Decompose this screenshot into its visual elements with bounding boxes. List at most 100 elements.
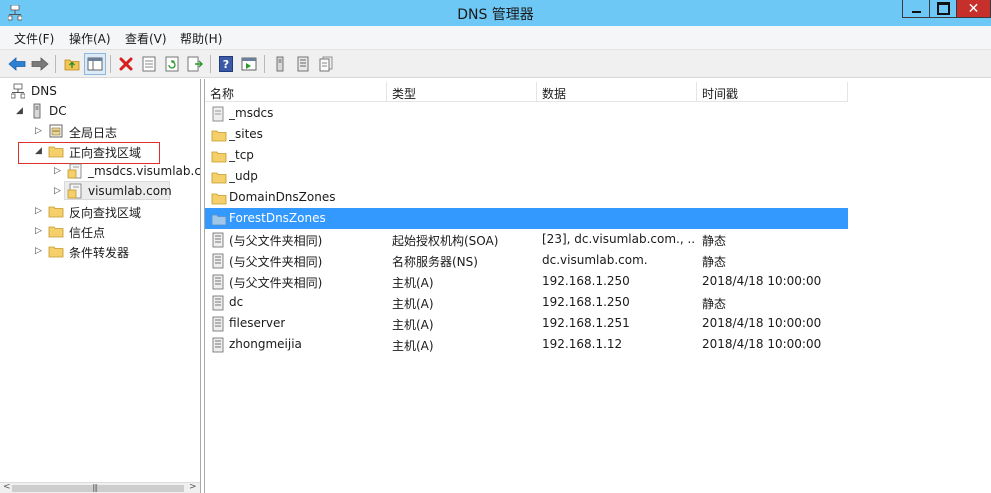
list-row[interactable]: _sites — [205, 124, 848, 145]
scroll-right-icon[interactable]: > — [189, 482, 197, 492]
tree-node-msdcs-zone[interactable]: ▷ _msdcs.visumlab.cc — [0, 162, 200, 182]
column-header-timestamp[interactable]: 时间戳 — [697, 82, 848, 102]
expand-arrow-icon[interactable]: ▷ — [35, 245, 45, 257]
cell-name: dc — [229, 295, 244, 309]
cell-name: _sites — [229, 127, 263, 141]
cell-type: 起始授权机构(SOA) — [392, 234, 499, 248]
column-header-data[interactable]: 数据 — [537, 82, 697, 102]
list-row-selected[interactable]: ForestDnsZones — [205, 208, 848, 229]
forward-button[interactable] — [29, 53, 51, 75]
list-row[interactable]: DomainDnsZones — [205, 187, 848, 208]
column-header-type[interactable]: 类型 — [387, 82, 537, 102]
cell-timestamp: 静态 — [702, 234, 727, 248]
folder-icon — [48, 146, 64, 158]
cell-name: zhongmeijia — [229, 337, 302, 351]
tree-node-dns[interactable]: DNS — [0, 82, 200, 102]
toolbar-separator — [264, 55, 265, 73]
delete-button[interactable] — [115, 53, 137, 75]
scroll-grip-icon: ||| — [92, 483, 98, 492]
cell-timestamp: 静态 — [702, 297, 727, 311]
tree-node-global-logs[interactable]: ▷ 全局日志 — [0, 122, 200, 142]
list-row[interactable]: _tcp — [205, 145, 848, 166]
cell-name: fileserver — [229, 316, 286, 330]
collapse-arrow-icon[interactable]: ◢ — [35, 145, 45, 157]
expand-arrow-icon[interactable]: ▷ — [35, 225, 45, 237]
cell-data: 192.168.1.250 — [542, 295, 630, 309]
cell-type: 主机(A) — [392, 318, 434, 332]
show-action-pane-button[interactable] — [238, 53, 260, 75]
close-icon: ✕ — [967, 0, 980, 17]
tree-node-forward-lookup-zones[interactable]: ◢ 正向查找区域 — [0, 142, 200, 162]
show-hide-console-tree-button[interactable] — [84, 53, 106, 75]
menu-help[interactable]: 帮助(H) — [180, 30, 222, 47]
records-icon — [319, 56, 333, 72]
list-row[interactable]: _udp — [205, 166, 848, 187]
cell-timestamp: 2018/4/18 10:00:00 — [702, 337, 822, 351]
refresh-icon — [165, 56, 179, 72]
properties-button[interactable] — [138, 53, 160, 75]
expand-arrow-icon[interactable]: ▷ — [54, 165, 64, 177]
dns-root-icon — [11, 83, 25, 99]
record-icon — [212, 316, 224, 332]
expand-arrow-icon[interactable]: ▷ — [54, 185, 64, 197]
list-row[interactable]: _msdcs — [205, 103, 848, 124]
export-list-button[interactable] — [184, 53, 206, 75]
back-button[interactable] — [6, 53, 28, 75]
expand-arrow-icon[interactable]: ▷ — [35, 205, 45, 217]
close-button[interactable]: ✕ — [956, 0, 991, 18]
export-list-icon — [187, 56, 203, 72]
tree-label-trust-points: 信任点 — [69, 226, 106, 240]
list-row[interactable]: fileserver 主机(A) 192.168.1.251 2018/4/18… — [205, 313, 848, 334]
help-button[interactable]: ? — [215, 53, 237, 75]
tree-node-visumlab-zone[interactable]: ▷ visumlab.com — [0, 182, 200, 202]
column-header-name[interactable]: 名称 — [205, 82, 387, 102]
cell-name: ForestDnsZones — [229, 211, 326, 225]
zone-icon — [67, 163, 82, 179]
menu-view[interactable]: 查看(V) — [125, 30, 167, 47]
scrollbar-thumb[interactable] — [12, 485, 184, 492]
cell-name: _udp — [229, 169, 258, 183]
up-one-level-button[interactable] — [61, 53, 83, 75]
cell-name: (与父文件夹相同) — [229, 234, 323, 248]
cell-type: 主机(A) — [392, 339, 434, 353]
list-row[interactable]: zhongmeijia 主机(A) 192.168.1.12 2018/4/18… — [205, 334, 848, 355]
record-icon — [212, 295, 224, 311]
server-icon — [33, 103, 41, 119]
scroll-left-icon[interactable]: < — [3, 482, 11, 492]
server-button[interactable] — [269, 53, 291, 75]
expand-arrow-icon[interactable]: ▷ — [35, 125, 45, 137]
tree-node-reverse-lookup-zones[interactable]: ▷ 反向查找区域 — [0, 202, 200, 222]
forward-arrow-icon — [31, 57, 49, 71]
list-row[interactable]: (与父文件夹相同) 起始授权机构(SOA) [23], dc.visumlab.… — [205, 229, 848, 250]
tree-node-conditional-forwarders[interactable]: ▷ 条件转发器 — [0, 242, 200, 262]
minimize-button[interactable] — [902, 0, 930, 18]
list-row[interactable]: dc 主机(A) 192.168.1.250 静态 — [205, 292, 848, 313]
cell-name: (与父文件夹相同) — [229, 276, 323, 290]
maximize-button[interactable] — [929, 0, 957, 18]
cell-data: 192.168.1.251 — [542, 316, 630, 330]
console-tree: DNS ◢ DC ▷ 全局日志 ◢ 正向查找区域 ▷ _msdcs.visuml… — [0, 79, 201, 493]
refresh-button[interactable] — [161, 53, 183, 75]
records-button[interactable] — [315, 53, 337, 75]
svg-text:?: ? — [223, 58, 229, 71]
cell-timestamp: 静态 — [702, 255, 727, 269]
tree-label-msdcs-zone: _msdcs.visumlab.cc — [88, 164, 201, 178]
zone-icon — [212, 106, 224, 122]
tree-horizontal-scrollbar[interactable]: < ||| > — [0, 482, 200, 493]
cell-type: 主机(A) — [392, 297, 434, 311]
zone-list-button[interactable] — [292, 53, 314, 75]
cell-name: _tcp — [229, 148, 254, 162]
list-row[interactable]: (与父文件夹相同) 名称服务器(NS) dc.visumlab.com. 静态 — [205, 250, 848, 271]
menu-action[interactable]: 操作(A) — [69, 30, 111, 47]
menu-file[interactable]: 文件(F) — [14, 30, 54, 47]
collapse-arrow-icon[interactable]: ◢ — [16, 105, 26, 117]
tree-node-trust-points[interactable]: ▷ 信任点 — [0, 222, 200, 242]
tree-label-dns: DNS — [31, 84, 57, 98]
tree-label-forward-lookup-zones: 正向查找区域 — [69, 146, 142, 160]
properties-icon — [142, 56, 156, 72]
log-icon — [49, 124, 63, 138]
folder-icon — [48, 206, 64, 218]
list-row[interactable]: (与父文件夹相同) 主机(A) 192.168.1.250 2018/4/18 … — [205, 271, 848, 292]
tree-node-dc[interactable]: ◢ DC — [0, 102, 200, 122]
cell-type: 名称服务器(NS) — [392, 255, 478, 269]
